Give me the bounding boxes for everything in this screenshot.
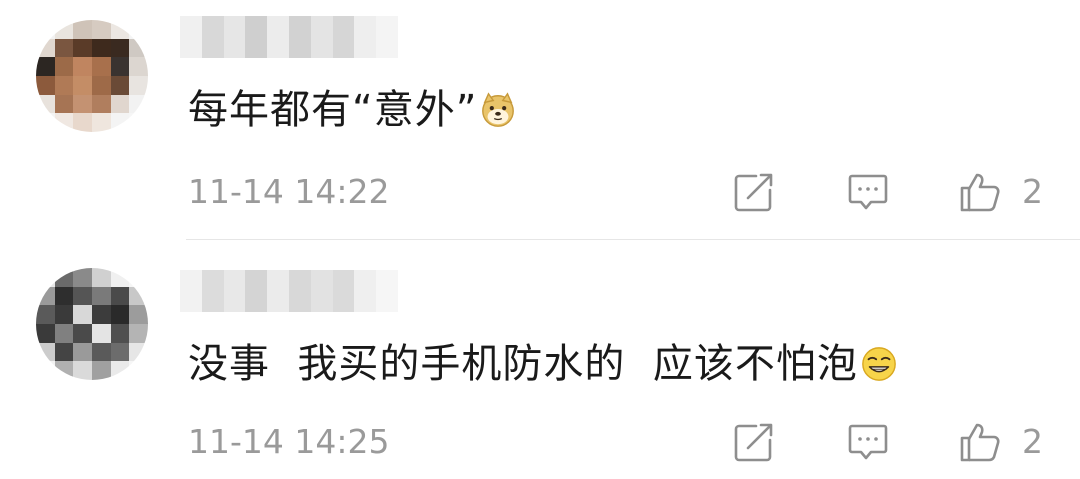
thumbs-up-icon[interactable] [958, 170, 1002, 214]
comment-time: 11-14 14:25 [188, 422, 390, 461]
comment-list: 每年都有“意外” 11-14 14:22 2 没事 我买的手机防水的 应该不怕泡… [0, 0, 1080, 479]
comment-meta: 11-14 14:25 2 [0, 416, 1080, 466]
smirk-emoji [861, 347, 896, 381]
comment-time: 11-14 14:22 [188, 172, 390, 211]
like-count: 2 [1022, 172, 1043, 211]
repost-icon[interactable] [732, 420, 776, 464]
comment-item: 没事 我买的手机防水的 应该不怕泡 11-14 14:25 2 [0, 240, 1080, 479]
comment-item: 每年都有“意外” 11-14 14:22 2 [0, 0, 1080, 240]
comment-icon[interactable] [846, 170, 890, 214]
comment-text-body: 没事 我买的手机防水的 应该不怕泡 [188, 341, 858, 387]
avatar[interactable] [36, 268, 148, 380]
username[interactable] [180, 270, 398, 312]
like-count: 2 [1022, 422, 1043, 461]
thumbs-up-icon[interactable] [958, 420, 1002, 464]
username[interactable] [180, 16, 398, 58]
comment-meta: 11-14 14:22 2 [0, 166, 1080, 216]
comment-icon[interactable] [846, 420, 890, 464]
comment-text: 没事 我买的手机防水的 应该不怕泡 [188, 340, 898, 388]
repost-icon[interactable] [732, 170, 776, 214]
comment-text-body: 每年都有“意外” [188, 87, 478, 133]
comment-text: 每年都有“意外” [188, 86, 517, 134]
doge-emoji [482, 92, 515, 127]
avatar[interactable] [36, 20, 148, 132]
